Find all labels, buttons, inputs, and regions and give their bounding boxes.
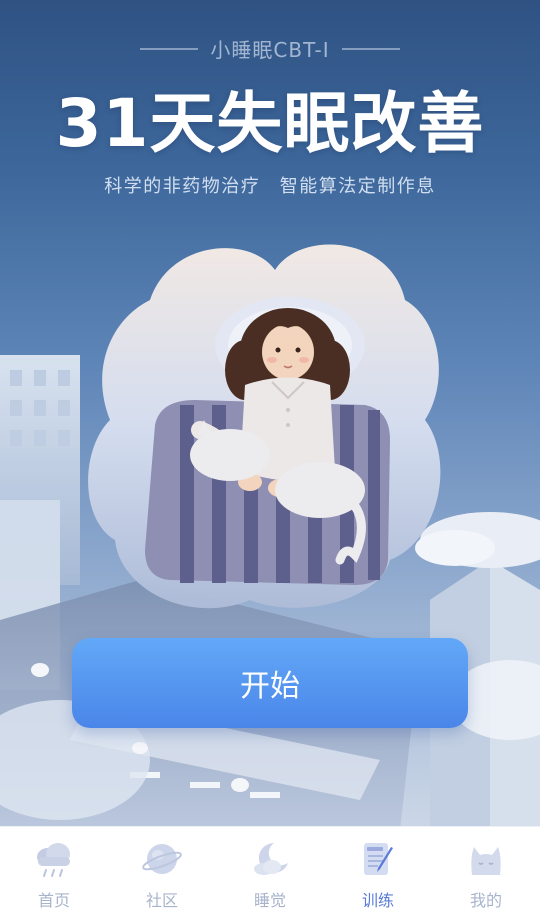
page-subtitle: 科学的非药物治疗 智能算法定制作息 [104,176,436,197]
tab-sleep-label: 睡觉 [253,891,286,910]
tab-profile[interactable]: 我的 [436,827,536,920]
start-button[interactable]: 开始 [72,638,468,728]
tab-community-label: 社区 [145,891,178,910]
tab-sleep[interactable]: 睡觉 [220,827,320,920]
tab-training[interactable]: 训练 [328,827,428,920]
tab-community[interactable]: 社区 [112,827,212,920]
notebook-pen-icon [356,839,400,879]
bottom-tab-bar: 首页 社区 睡觉 训练 我的 [0,826,540,920]
cloud-rain-icon [32,839,76,879]
tab-training-label: 训练 [361,891,394,910]
tab-home[interactable]: 首页 [4,827,104,920]
cat-face-icon [464,839,508,879]
brand-rule-left [140,47,199,50]
moon-cloud-icon [248,839,292,879]
brand-rule-right [341,47,400,50]
tab-profile-label: 我的 [469,891,502,910]
training-screen: 小睡眠CBT-I 31天失眠改善 科学的非药物治疗 智能算法定制作息 开始 首页 [0,0,540,920]
planet-icon [140,839,184,879]
page-title: 31天失眠改善 [55,85,485,162]
brand-header: 小睡眠CBT-I [0,34,540,63]
brand-name: 小睡眠CBT-I [210,38,330,62]
tab-home-label: 首页 [37,891,70,910]
